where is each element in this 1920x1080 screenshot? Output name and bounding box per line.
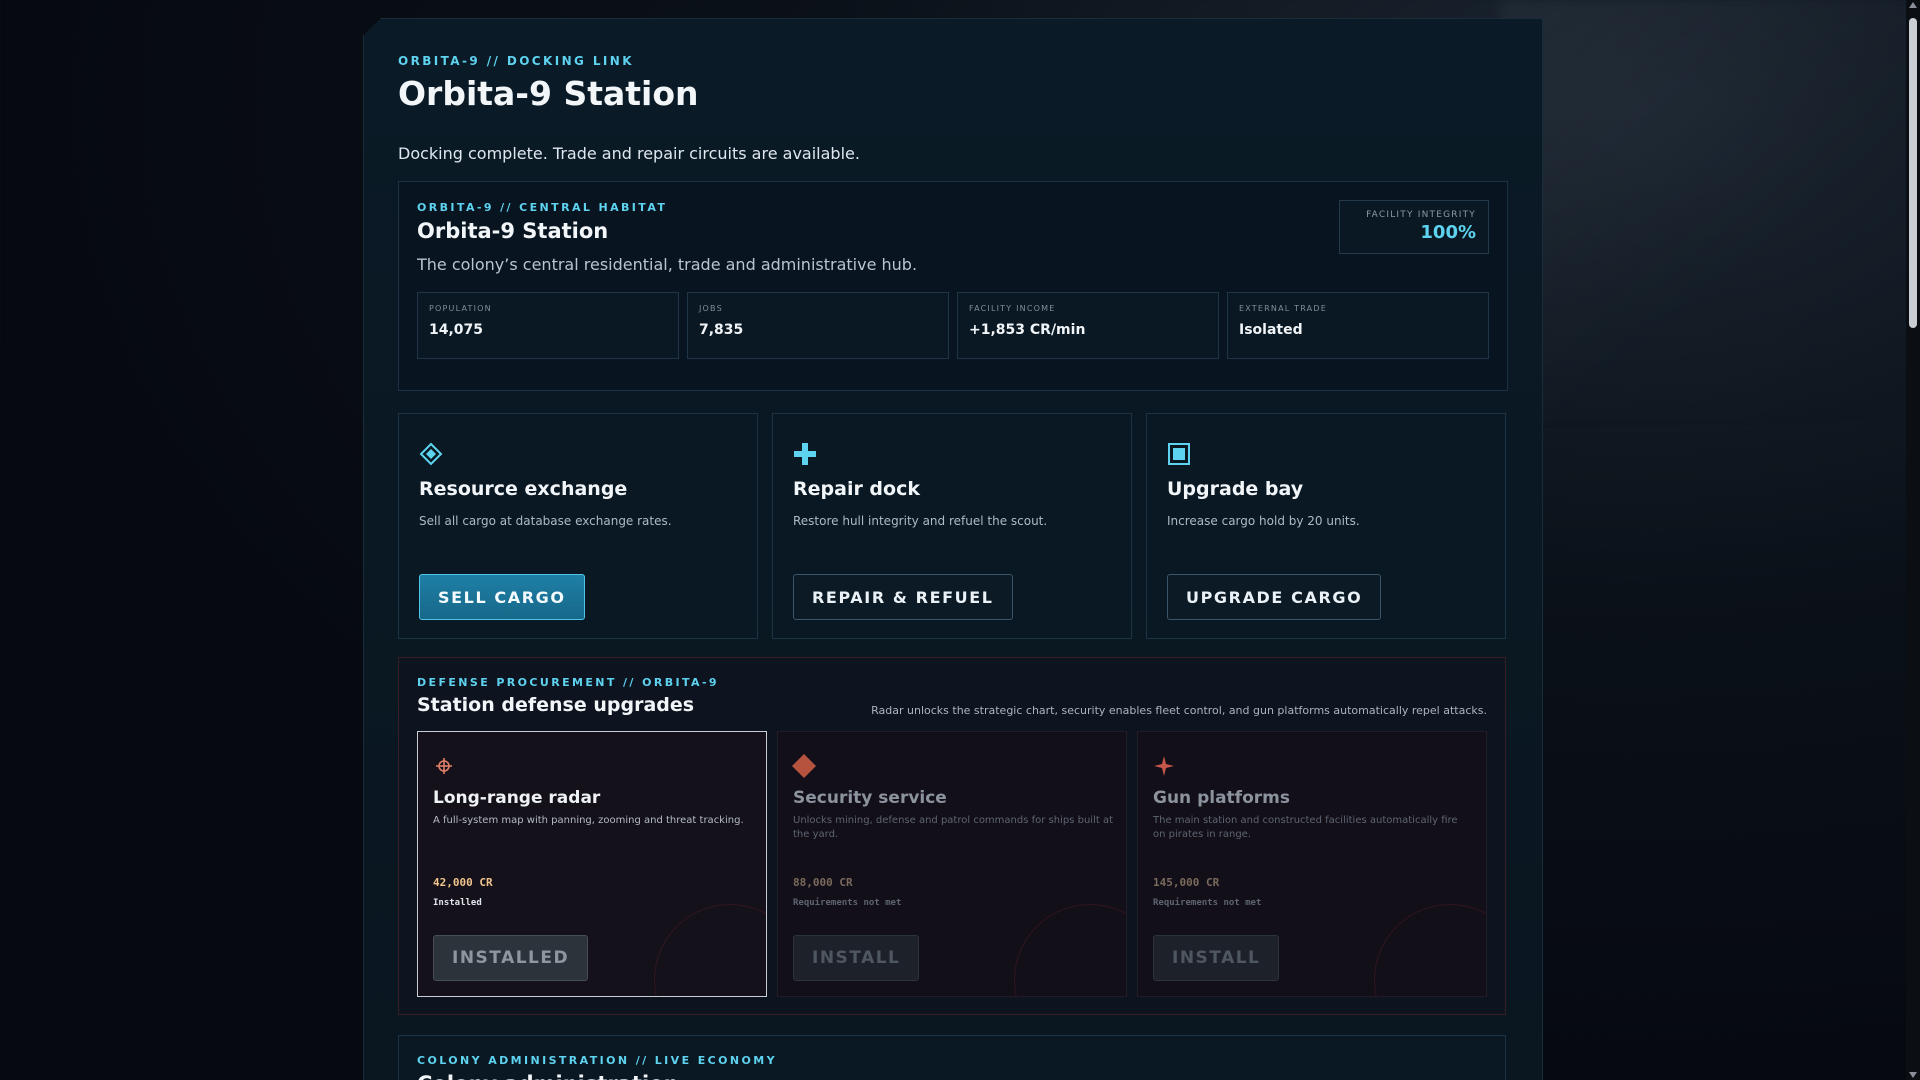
stat-population: POPULATION 14,075 [417,292,679,359]
stat-external-trade: EXTERNAL TRADE Isolated [1227,292,1489,359]
defense-card-state: Requirements not met [793,898,902,908]
service-upgrade-bay: Upgrade bay Increase cargo hold by 20 un… [1146,413,1506,639]
upgrade-cargo-button[interactable]: UPGRADE CARGO [1167,574,1382,620]
habitat-title: Orbita-9 Station [417,219,609,243]
facility-integrity-badge: FACILITY INTEGRITY 100% [1339,200,1489,254]
defense-card-state: Requirements not met [1153,898,1262,908]
defense-kicker: DEFENSE PROCUREMENT // ORBITA-9 [417,676,719,689]
colony-kicker: COLONY ADMINISTRATION // LIVE ECONOMY [417,1054,777,1067]
service-description: Increase cargo hold by 20 units. [1167,514,1360,528]
services-row: Resource exchange Sell all cargo at data… [398,413,1506,639]
service-description: Restore hull integrity and refuel the sc… [793,514,1048,528]
service-title: Upgrade bay [1167,478,1304,500]
defense-note: Radar unlocks the strategic chart, secur… [871,704,1487,717]
defense-card-gun-platforms: Gun platforms The main station and const… [1137,731,1487,997]
defense-card-security: Security service Unlocks mining, defense… [777,731,1127,997]
card-decoration [1014,904,1126,996]
star-icon [1154,756,1174,776]
plus-icon [794,443,816,465]
sell-cargo-button[interactable]: SELL CARGO [419,574,585,620]
page-title: Orbita-9 Station [398,74,699,113]
defense-card-title: Long-range radar [433,788,601,808]
security-install-button[interactable]: INSTALL [793,935,920,981]
stat-jobs: JOBS 7,835 [687,292,949,359]
repair-refuel-button[interactable]: REPAIR & REFUEL [793,574,1013,620]
card-decoration [654,904,766,996]
shield-diamond-icon [792,754,816,778]
stat-label: JOBS [699,304,723,313]
defense-title: Station defense upgrades [417,694,695,716]
integrity-value: 100% [1420,222,1476,243]
defense-card-price: 145,000 CR [1153,876,1220,889]
habitat-stats: POPULATION 14,075 JOBS 7,835 FACILITY IN… [417,292,1489,359]
defense-card-price: 42,000 CR [433,876,493,889]
service-title: Resource exchange [419,478,628,500]
station-panel: ORBITA-9 // DOCKING LINK Orbita-9 Statio… [363,18,1543,1080]
stat-label: POPULATION [429,304,492,313]
defense-card-price: 88,000 CR [793,876,853,889]
defense-card-description: The main station and constructed facilit… [1153,815,1458,840]
defense-section: DEFENSE PROCUREMENT // ORBITA-9 Station … [398,657,1506,1015]
defense-card-title: Gun platforms [1153,788,1290,808]
defense-card-radar: Long-range radar A full-system map with … [417,731,767,997]
card-decoration [1374,904,1486,996]
habitat-card: ORBITA-9 // CENTRAL HABITAT Orbita-9 Sta… [398,181,1508,391]
defense-card-title: Security service [793,788,947,808]
defense-card-description: A full-system map with panning, zooming … [433,815,744,826]
scroll-down-icon[interactable] [1909,1072,1917,1078]
background-decoration [1500,0,1920,420]
service-description: Sell all cargo at database exchange rate… [419,514,672,528]
colony-administration-section: COLONY ADMINISTRATION // LIVE ECONOMY Co… [398,1035,1506,1080]
stat-label: FACILITY INCOME [969,304,1056,313]
scrollbar-thumb[interactable] [1909,18,1917,328]
stat-value: 7,835 [699,322,744,338]
page-subtitle: Docking complete. Trade and repair circu… [398,144,860,163]
habitat-kicker: ORBITA-9 // CENTRAL HABITAT [417,201,668,214]
service-resource-exchange: Resource exchange Sell all cargo at data… [398,413,758,639]
defense-card-state: Installed [433,898,482,908]
stat-value: Isolated [1239,322,1303,338]
scroll-up-icon[interactable] [1909,2,1917,8]
header-kicker: ORBITA-9 // DOCKING LINK [398,54,634,68]
service-repair-dock: Repair dock Restore hull integrity and r… [772,413,1132,639]
colony-title: Colony administration [417,1072,679,1080]
stat-facility-income: FACILITY INCOME +1,853 CR/min [957,292,1219,359]
service-title: Repair dock [793,478,920,500]
defense-cards: Long-range radar A full-system map with … [417,731,1487,997]
defense-card-description: Unlocks mining, defense and patrol comma… [793,815,1113,840]
radar-installed-button[interactable]: INSTALLED [433,935,589,981]
stat-label: EXTERNAL TRADE [1239,304,1327,313]
page-scrollbar[interactable] [1906,0,1920,1080]
habitat-description: The colony’s central residential, trade … [417,255,918,274]
square-icon [1168,443,1190,465]
integrity-label: FACILITY INTEGRITY [1366,210,1476,220]
gun-platforms-install-button[interactable]: INSTALL [1153,935,1280,981]
stat-value: 14,075 [429,322,484,338]
stat-value: +1,853 CR/min [969,322,1086,338]
radar-icon [436,758,452,774]
diamond-icon [419,442,443,466]
